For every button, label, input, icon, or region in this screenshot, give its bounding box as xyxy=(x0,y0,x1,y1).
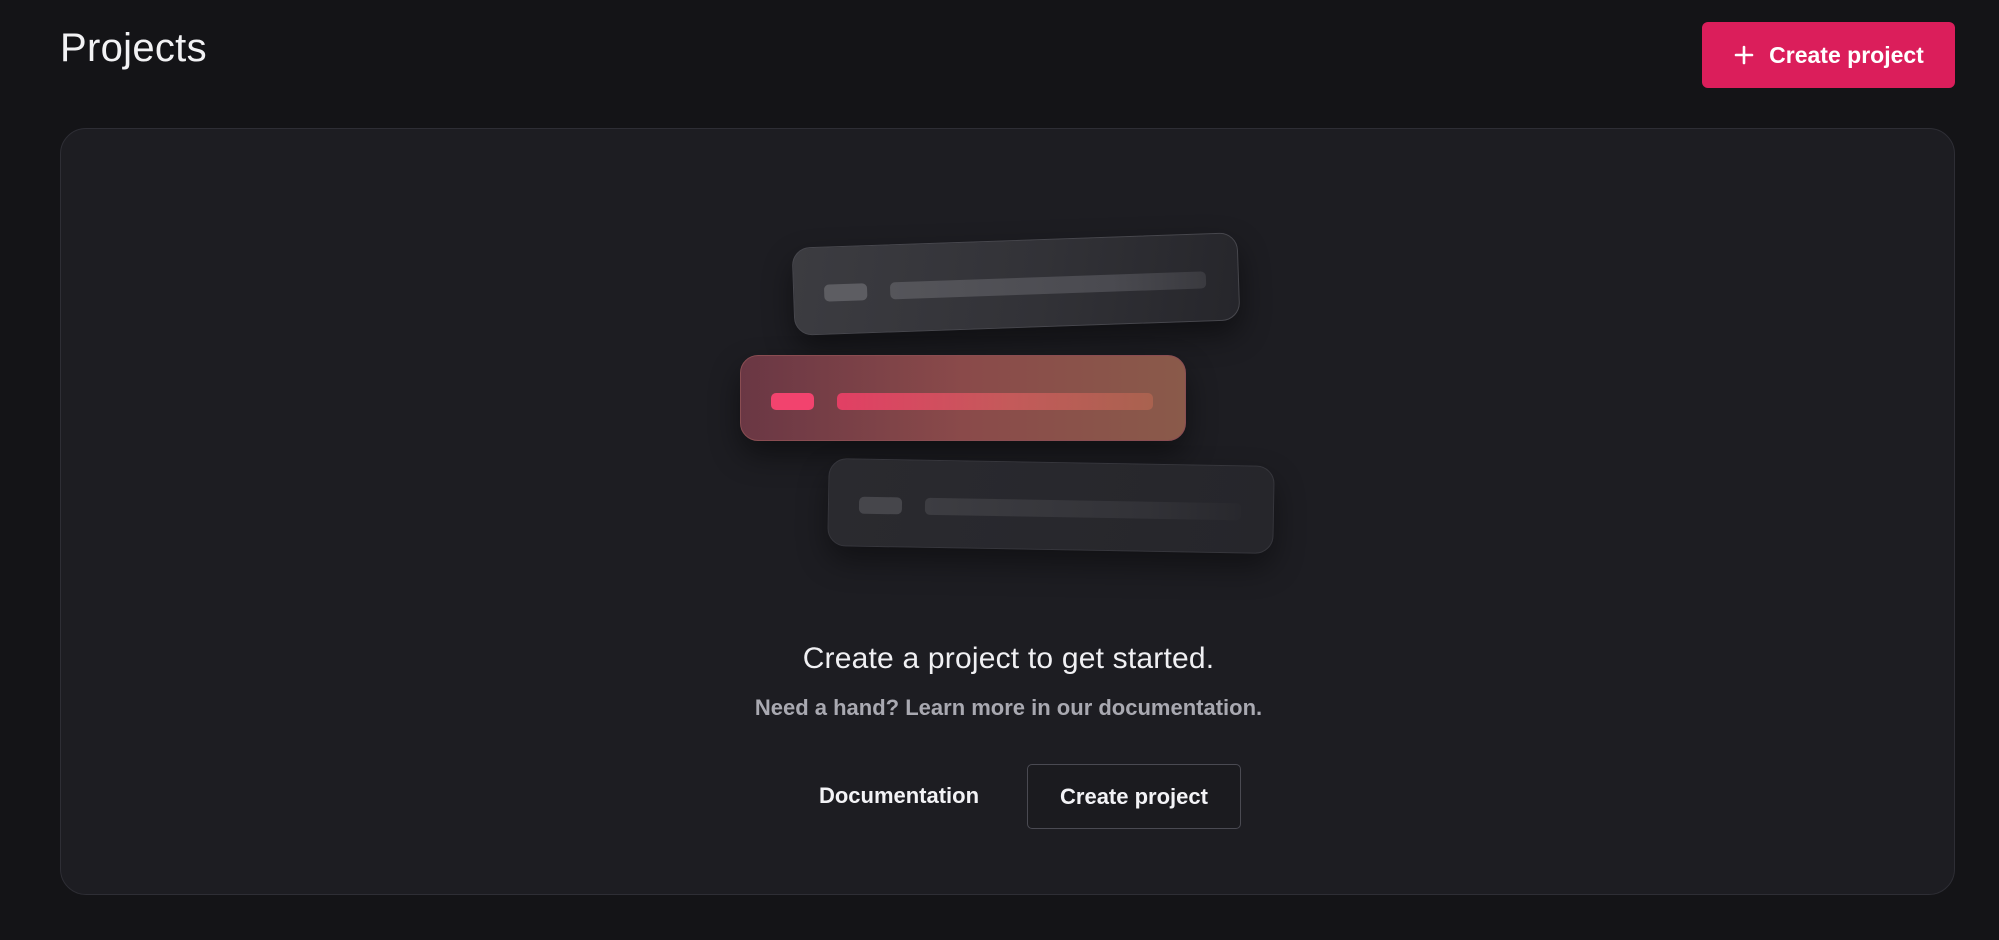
empty-state-subtext: Need a hand? Learn more in our documenta… xyxy=(754,695,1263,720)
illustration-chip xyxy=(823,283,868,302)
illustration-chip xyxy=(771,393,814,410)
page-title: Projects xyxy=(60,26,207,70)
create-project-secondary-button[interactable]: Create project xyxy=(1027,764,1241,829)
illustration-bar xyxy=(889,271,1207,300)
create-project-secondary-label: Create project xyxy=(1060,783,1208,809)
illustration-chip xyxy=(858,496,903,515)
illustration-card-highlighted xyxy=(740,355,1186,441)
plus-icon xyxy=(1734,45,1754,65)
create-project-button[interactable]: Create project xyxy=(1702,22,1955,88)
illustration-card-top xyxy=(791,232,1241,336)
illustration-bar xyxy=(924,497,1242,521)
illustration-card-bottom xyxy=(827,458,1275,554)
projects-page: Projects Create project Create a project… xyxy=(0,0,1999,940)
empty-state-panel: Create a project to get started. Need a … xyxy=(60,128,1955,895)
create-project-button-label: Create project xyxy=(1769,41,1924,68)
empty-state-illustration xyxy=(61,129,1956,896)
illustration-bar xyxy=(837,393,1153,410)
documentation-link[interactable]: Documentation xyxy=(799,764,999,828)
empty-state-heading: Create a project to get started. xyxy=(802,642,1215,675)
